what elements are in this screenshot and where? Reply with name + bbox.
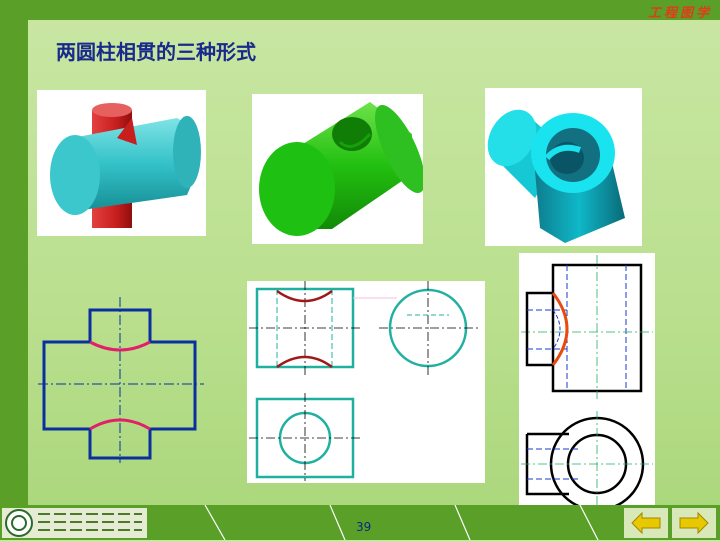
next-slide-button[interactable] (672, 508, 716, 538)
figure-red-cyan-cylinders (37, 90, 206, 236)
figure-cross-outline-view (36, 295, 206, 465)
slide: 工程图学 两圆柱相贯的三种形式 39 (0, 0, 720, 540)
figure-cylinder-hole-views (247, 281, 485, 483)
page-number: 39 (356, 520, 372, 534)
arrow-left-icon (631, 511, 661, 535)
figure-cyan-hollow-cylinders (485, 88, 642, 246)
figure-pipe-intersection-views (519, 253, 655, 519)
figure-green-cylinder-hole (252, 94, 423, 244)
university-logo-icon (2, 508, 147, 538)
arrow-right-icon (679, 511, 709, 535)
left-band (0, 0, 28, 505)
top-strip (0, 0, 720, 20)
header-tag: 工程图学 (647, 6, 712, 21)
slide-title: 两圆柱相贯的三种形式 (56, 40, 256, 64)
prev-slide-button[interactable] (624, 508, 668, 538)
